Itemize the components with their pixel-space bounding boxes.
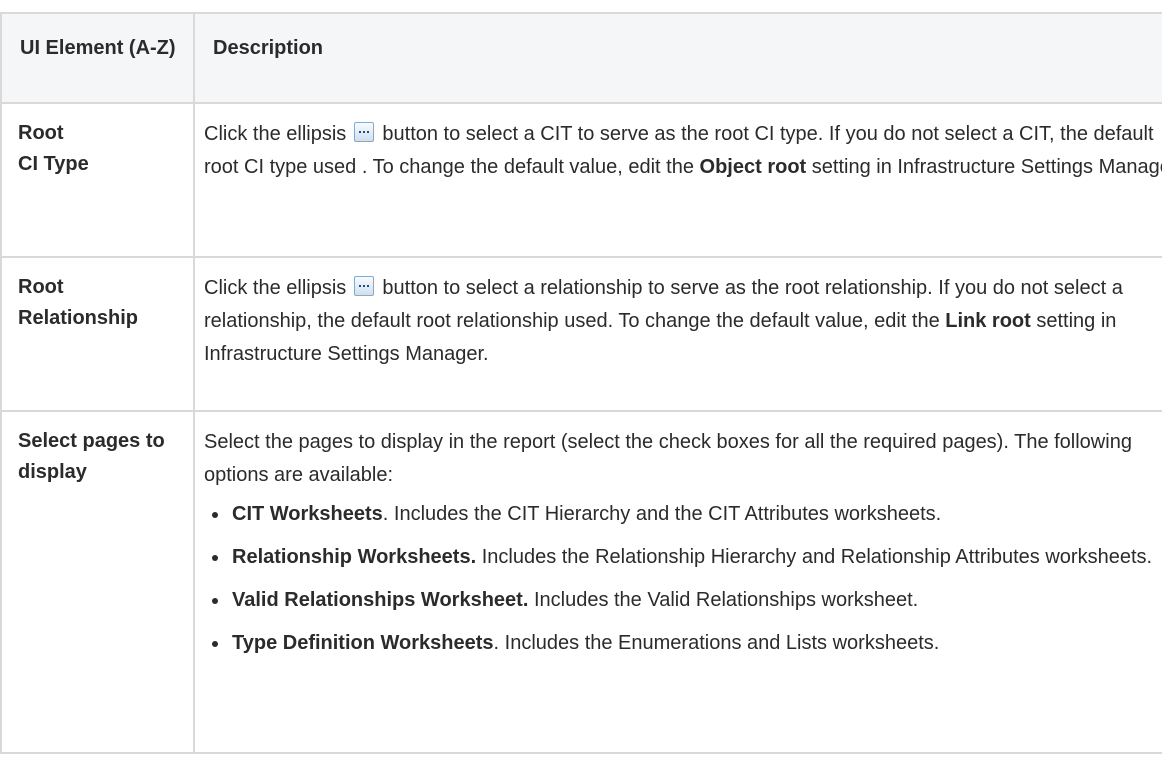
ellipsis-button-icon <box>353 276 374 296</box>
term-root-relationship-line1: Root <box>18 276 64 298</box>
option-title: Type Definition Worksheets <box>232 632 494 654</box>
term-cell: Select pages to display <box>0 410 195 754</box>
option-text: Includes the Relationship Hierarchy and … <box>476 546 1153 568</box>
option-title: Valid Relationships Worksheet. <box>232 589 529 611</box>
header-ui-element-label: UI Element (A-Z) <box>20 37 176 59</box>
table-row: Select pages to display Select the pages… <box>0 410 1162 754</box>
option-title: CIT Worksheets <box>232 503 383 525</box>
header-description: Description <box>193 12 1162 104</box>
header-ui-element: UI Element (A-Z) <box>0 12 195 104</box>
option-text: . Includes the Enumerations and Lists wo… <box>493 632 940 654</box>
description-cell: Click the ellipsis button to select a CI… <box>193 102 1162 258</box>
desc-text: setting in Infrastructure Settings Manag… <box>811 156 1162 178</box>
term-cell: Root CI Type <box>0 102 195 258</box>
list-item: Type Definition Worksheets. Includes the… <box>204 627 1162 660</box>
term-root-relationship-line2: Relationship <box>18 307 139 329</box>
desc-text: Click the ellipsis <box>204 123 347 145</box>
option-title: Relationship Worksheets. <box>232 546 477 568</box>
desc-bold-text: Object root <box>699 156 807 178</box>
desc-intro: Select the pages to display in the repor… <box>204 431 1132 486</box>
option-text: . Includes the CIT Hierarchy and the CIT… <box>382 503 942 525</box>
desc-text: Click the ellipsis <box>204 277 347 299</box>
page: UI Element (A-Z) Description Root CI Typ… <box>0 0 1162 781</box>
term-root-ci-type-line1: Root <box>18 122 64 144</box>
table-row: Root CI Type Click the ellipsis button t… <box>0 102 1162 258</box>
header-description-label: Description <box>213 37 324 59</box>
option-text: Includes the Valid Relationships workshe… <box>528 589 919 611</box>
ui-elements-table: UI Element (A-Z) Description Root CI Typ… <box>0 12 1162 754</box>
description-cell: Select the pages to display in the repor… <box>193 410 1162 754</box>
bullet-icon <box>212 598 218 604</box>
bullet-icon <box>212 512 218 518</box>
term-select-pages: Select pages to display <box>18 430 165 483</box>
list-item: Valid Relationships Worksheet. Includes … <box>204 584 1162 617</box>
bullet-icon <box>212 555 218 561</box>
bullet-icon <box>212 641 218 647</box>
description-cell: Click the ellipsis button to select a re… <box>193 256 1162 412</box>
table-header-row: UI Element (A-Z) Description <box>0 12 1162 104</box>
table-row: Root Relationship Click the ellipsis but… <box>0 256 1162 412</box>
list-item: Relationship Worksheets. Includes the Re… <box>204 541 1162 574</box>
list-item: CIT Worksheets. Includes the CIT Hierarc… <box>204 498 1162 531</box>
options-list: CIT Worksheets. Includes the CIT Hierarc… <box>204 498 1162 660</box>
desc-bold-text: Link root <box>945 310 1031 332</box>
term-cell: Root Relationship <box>0 256 195 412</box>
ellipsis-button-icon <box>353 122 374 142</box>
term-root-ci-type-line2: CI Type <box>18 153 89 175</box>
